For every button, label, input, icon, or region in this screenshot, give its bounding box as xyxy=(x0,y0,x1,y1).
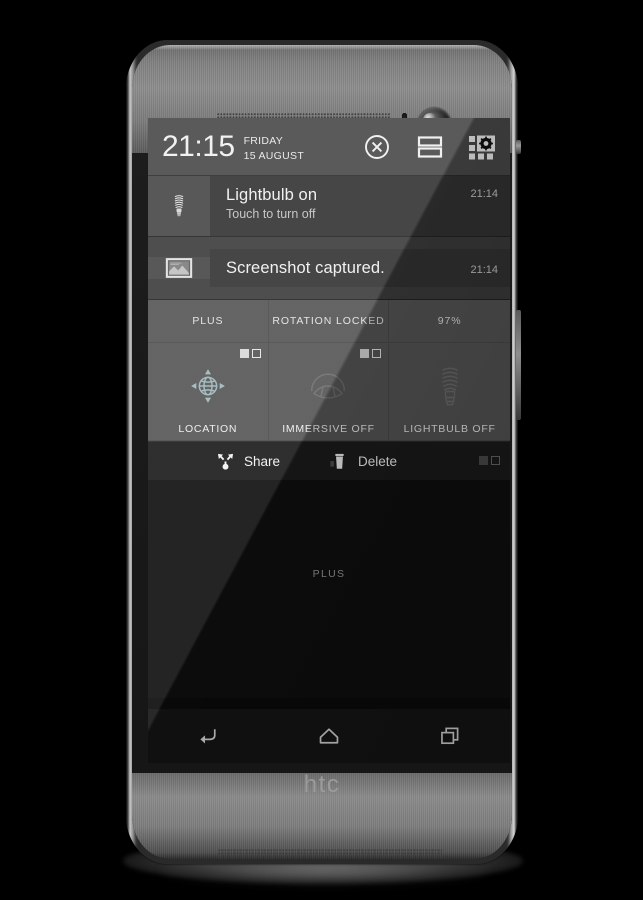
toggle-tile-location[interactable]: LOCATION xyxy=(148,343,269,441)
status-date: FRIDAY 15 AUGUST xyxy=(244,132,304,162)
shade-header: 21:15 FRIDAY 15 AUGUST xyxy=(148,118,510,176)
speaker-grille-icon-bottom xyxy=(218,849,442,859)
volume-button-icon[interactable] xyxy=(516,140,521,154)
screenshot-thumbnail-icon xyxy=(148,257,210,279)
status-tile-label: ROTATION LOCKED xyxy=(272,315,385,327)
screenshot-action-bar: Share Delete xyxy=(148,441,510,480)
notification-content: Lightbulb on Touch to turn off 21:14 xyxy=(210,176,510,236)
shade-empty-area: PLUS xyxy=(148,480,510,698)
shade-footer-label: PLUS xyxy=(312,568,346,580)
notification-row-lightbulb[interactable]: Lightbulb on Touch to turn off 21:14 xyxy=(148,176,510,237)
recent-apps-icon[interactable] xyxy=(415,713,485,759)
notification-text-block: Screenshot captured. xyxy=(226,258,470,278)
status-tile-label: 97% xyxy=(437,315,462,327)
status-tile-plus[interactable]: PLUS xyxy=(148,300,269,343)
screenshot-stage: htc 21:15 FRIDAY 15 AUGUST Lightbulb on … xyxy=(0,0,643,900)
share-icon xyxy=(216,452,235,471)
status-tile-label: PLUS xyxy=(192,315,224,327)
status-day-of-week: FRIDAY xyxy=(243,134,284,147)
mini-switch-filled-square xyxy=(479,456,488,465)
toggle-tile-label: LIGHTBULB OFF xyxy=(403,423,496,435)
mini-switch-filled-square xyxy=(239,349,249,358)
delete-button[interactable]: Delete xyxy=(330,452,397,471)
clear-all-icon[interactable] xyxy=(364,134,390,160)
location-globe-icon xyxy=(148,349,268,423)
mini-switch-icon[interactable] xyxy=(479,456,500,465)
lightbulb-icon xyxy=(389,349,510,423)
toggle-tile-lightbulb[interactable]: LIGHTBULB OFF xyxy=(389,343,510,441)
notification-timestamp: 21:14 xyxy=(470,263,498,276)
delete-label: Delete xyxy=(358,453,398,469)
trash-icon xyxy=(330,452,349,471)
power-button-icon[interactable] xyxy=(516,310,521,420)
system-navigation-bar xyxy=(148,709,510,763)
back-arrow-icon[interactable] xyxy=(173,713,243,759)
mini-switch-icon[interactable] xyxy=(239,349,261,358)
status-tile-battery[interactable]: 97% xyxy=(389,300,510,343)
notification-subtitle: Touch to turn off xyxy=(226,207,316,221)
mini-switch-outline-square xyxy=(251,349,261,358)
status-date-value: 15 AUGUST xyxy=(243,149,305,162)
cards-layout-icon[interactable] xyxy=(416,135,444,159)
quick-settings-grid-icon[interactable] xyxy=(468,134,496,160)
mini-switch-outline-square xyxy=(491,456,500,465)
quick-settings-tiles: PLUS ROTATION LOCKED 97% LOCATION IMMERS… xyxy=(148,300,510,441)
share-label: Share xyxy=(244,453,281,469)
home-icon[interactable] xyxy=(294,713,364,759)
phone-screen: 21:15 FRIDAY 15 AUGUST Lightbulb on Touc… xyxy=(148,118,510,763)
lightbulb-icon xyxy=(148,176,210,236)
notification-shade: 21:15 FRIDAY 15 AUGUST Lightbulb on Touc… xyxy=(148,118,510,698)
mini-switch-outline-square xyxy=(372,349,382,358)
toggle-tile-label: LOCATION xyxy=(178,423,238,435)
notification-title: Screenshot captured. xyxy=(226,259,385,277)
status-clock: 21:15 xyxy=(162,129,235,163)
share-button[interactable]: Share xyxy=(216,452,280,471)
notification-text-block: Lightbulb on Touch to turn off xyxy=(226,185,470,222)
status-tile-rotation[interactable]: ROTATION LOCKED xyxy=(268,300,390,343)
notification-content: Screenshot captured. 21:14 xyxy=(210,249,510,287)
notification-timestamp: 21:14 xyxy=(470,188,498,200)
toggle-tile-label: IMMERSIVE OFF xyxy=(282,423,375,435)
mini-switch-filled-square xyxy=(360,349,370,358)
toggle-tile-immersive[interactable]: IMMERSIVE OFF xyxy=(268,343,390,441)
mini-switch-icon[interactable] xyxy=(360,349,382,358)
notification-title: Lightbulb on xyxy=(226,186,318,204)
notification-row-screenshot[interactable]: Screenshot captured. 21:14 xyxy=(148,237,510,300)
htc-brand-logo: htc xyxy=(303,771,341,798)
immersive-fan-icon xyxy=(269,349,389,423)
